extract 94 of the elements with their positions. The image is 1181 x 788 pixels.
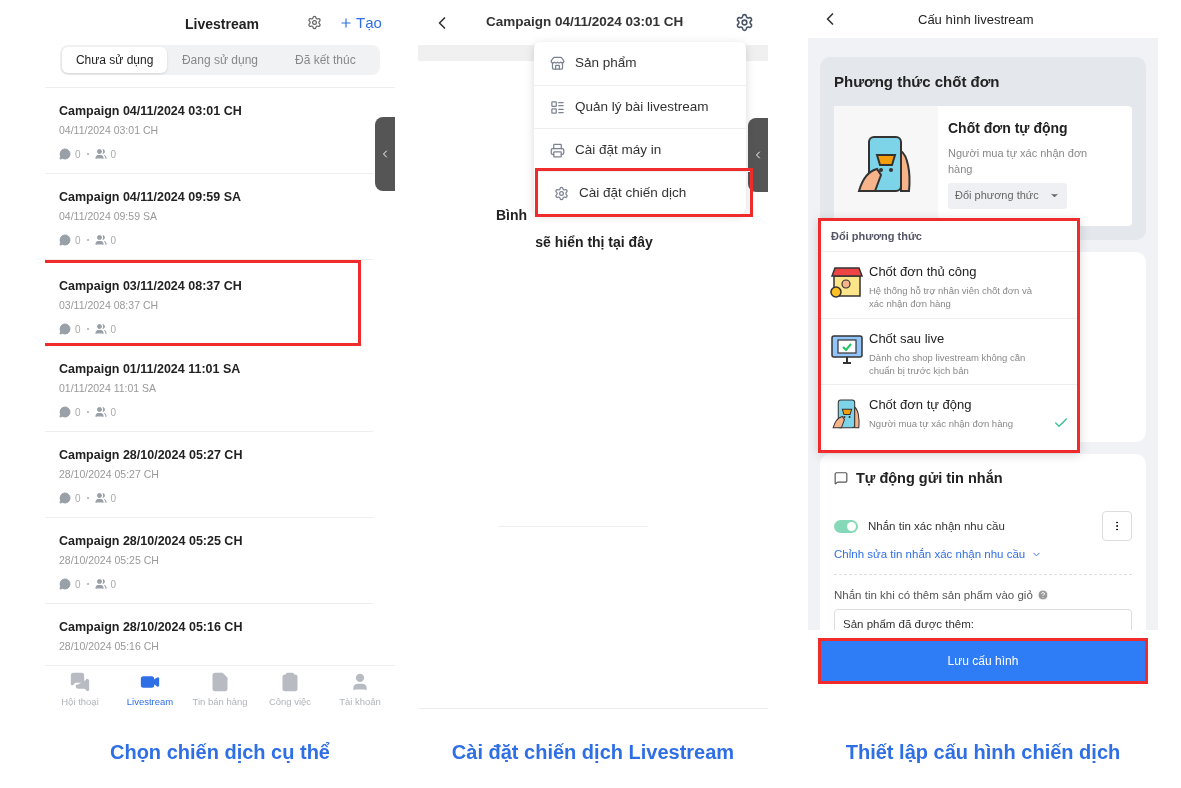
- comment-icon: [59, 578, 71, 590]
- menu-item[interactable]: Sản phẩm: [534, 42, 746, 85]
- comment-count: 0: [75, 147, 81, 162]
- toggle-switch[interactable]: [834, 519, 858, 533]
- viewer-count: 0: [110, 491, 117, 506]
- campaign-title: Campaign 04/11/2024 09:59 SA: [59, 189, 243, 206]
- clipboard-icon: [280, 671, 300, 692]
- campaign-date: 28/10/2024 05:16 CH: [59, 638, 160, 654]
- screen-title: Cấu hình livestream: [918, 11, 1034, 29]
- edit-message-link[interactable]: Chỉnh sửa tin nhắn xác nhận nhu cầu: [834, 546, 1132, 564]
- help-icon: [1036, 589, 1049, 602]
- campaign-row[interactable]: Campaign 28/10/2024 05:27 CH 28/10/2024 05:27 CH 0 0: [45, 432, 373, 518]
- method-option[interactable]: Chốt đơn thủ công Hệ thống hỗ trợ nhân viên chốt đơn và xác nhận đơn hàng: [821, 252, 1077, 318]
- campaign-date: 03/11/2024 08:37 CH: [59, 297, 160, 313]
- method-option[interactable]: Chốt đơn tự động Người mua tự xác nhận đơn hàng: [821, 384, 1077, 450]
- comment-icon: [59, 406, 71, 418]
- viewer-count: 0: [110, 405, 117, 420]
- plus-icon: [339, 16, 353, 31]
- comment-count: 0: [75, 577, 81, 592]
- campaign-date: 28/10/2024 05:27 CH: [59, 466, 160, 482]
- people-icon: [94, 148, 107, 160]
- campaign-row[interactable]: Campaign 04/11/2024 03:01 CH 04/11/2024 03:01 CH 0 0: [45, 88, 373, 174]
- chat-icon: [834, 471, 848, 486]
- method-option[interactable]: Chốt sau live Dành cho shop livestream không cần chuẩn bị trước kịch bản: [821, 318, 1077, 384]
- campaign-row[interactable]: Campaign 03/11/2024 08:37 CH 03/11/2024 08:37 CH 0 0: [45, 260, 361, 346]
- viewer-count: 0: [110, 577, 117, 592]
- person-icon: [350, 671, 370, 692]
- people-icon: [94, 578, 107, 590]
- campaign-date: 04/11/2024 03:01 CH: [59, 122, 160, 138]
- side-drawer-handle[interactable]: [375, 117, 395, 191]
- people-icon: [94, 492, 107, 504]
- campaign-date: 28/10/2024 05:25 CH: [59, 552, 160, 568]
- people-icon: [94, 234, 107, 246]
- method-description: Người mua tự xác nhận đơn hàng: [948, 145, 1089, 177]
- card-heading: Tự động gửi tin nhắn: [856, 468, 1003, 488]
- create-button[interactable]: Tạo: [339, 12, 382, 35]
- bottom-nav-item[interactable]: Livestream: [115, 666, 185, 715]
- campaign-title: Campaign 01/11/2024 11:01 SA: [59, 361, 242, 378]
- settings-icon[interactable]: [307, 15, 322, 30]
- shop-icon: [829, 264, 865, 300]
- empty-state-text: Bình: [496, 206, 529, 225]
- comment-count: 0: [75, 322, 81, 337]
- comment-icon: [59, 492, 71, 504]
- step-caption: Cài đặt chiến dịch Livestream: [450, 740, 736, 765]
- empty-state-text: sẽ hiển thị tại đây: [534, 233, 654, 252]
- option-title: Chốt đơn tự động: [869, 396, 973, 414]
- option-description: Hệ thống hỗ trợ nhân viên chốt đơn và xác nhận đơn hàng: [869, 283, 1033, 310]
- comment-icon: [59, 148, 71, 160]
- campaign-date: 04/11/2024 09:59 SA: [59, 208, 158, 224]
- option-title: Chốt sau live: [869, 330, 946, 348]
- campaign-title: Campaign 28/10/2024 05:27 CH: [59, 447, 244, 464]
- printer-icon: [550, 142, 565, 158]
- campaign-date: 01/11/2024 11:01 SA: [59, 380, 158, 396]
- menu-item[interactable]: Cài đặt máy in: [534, 128, 746, 171]
- list-icon: [550, 99, 565, 115]
- document-icon: [210, 671, 230, 692]
- viewer-count: 0: [110, 322, 117, 337]
- comment-icon: [59, 234, 71, 246]
- step-caption: Thiết lập cấu hình chiến dịch: [844, 740, 1122, 765]
- menu-item[interactable]: Quản lý bài livestream: [534, 85, 746, 128]
- toggle-label: Nhắn tin xác nhận nhu cầu: [868, 518, 1005, 534]
- chat-bubbles-icon: [70, 671, 90, 692]
- settings-icon: [554, 185, 569, 201]
- side-drawer-handle[interactable]: [748, 118, 768, 192]
- campaign-title: Campaign 04/11/2024 03:01 CH: [59, 103, 243, 120]
- dropdown-heading: Đổi phương thức: [821, 221, 1077, 252]
- option-title: Chốt đơn thủ công: [869, 263, 978, 281]
- screen-title: Livestream: [185, 15, 259, 34]
- comment-icon: [59, 323, 71, 335]
- campaign-row[interactable]: Campaign 28/10/2024 05:25 CH 28/10/2024 05:25 CH 0 0: [45, 518, 373, 604]
- campaign-title: Campaign 28/10/2024 05:16 CH: [59, 619, 244, 636]
- shop-icon: [550, 56, 565, 71]
- field-label: Nhắn tin khi có thêm sản phẩm vào giỏ: [834, 587, 1033, 603]
- screen-title: Campaign 04/11/2024 03:01 CH: [486, 13, 684, 32]
- campaign-title: Campaign 28/10/2024 05:25 CH: [59, 533, 244, 550]
- save-button[interactable]: Lưu cấu hình: [818, 638, 1148, 684]
- comment-count: 0: [75, 491, 81, 506]
- viewer-count: 0: [110, 147, 117, 162]
- campaign-title: Campaign 03/11/2024 08:37 CH: [59, 278, 243, 295]
- people-icon: [94, 406, 107, 418]
- people-icon: [94, 323, 107, 335]
- comment-count: 0: [75, 405, 81, 420]
- method-title: Chốt đơn tự động: [948, 118, 1069, 138]
- settings-icon[interactable]: [735, 13, 754, 32]
- option-description: Người mua tự xác nhận đơn hàng: [869, 416, 1014, 430]
- campaign-row[interactable]: Campaign 01/11/2024 11:01 SA 01/11/2024 11:01 SA 0 0: [45, 346, 373, 432]
- option-description: Dành cho shop livestream không cần chuẩn bị trước kịch bản: [869, 350, 1027, 377]
- viewer-count: 0: [110, 233, 117, 248]
- filter-tab[interactable]: Chưa sử dụng: [62, 47, 168, 73]
- card-heading: Phương thức chốt đơn: [834, 72, 1001, 92]
- menu-item[interactable]: Cài đặt chiến dịch: [538, 171, 750, 214]
- comment-count: 0: [75, 233, 81, 248]
- step-caption: Chọn chiến dịch cụ thể: [109, 740, 331, 765]
- change-method-button[interactable]: Đổi phương thức: [948, 182, 1067, 209]
